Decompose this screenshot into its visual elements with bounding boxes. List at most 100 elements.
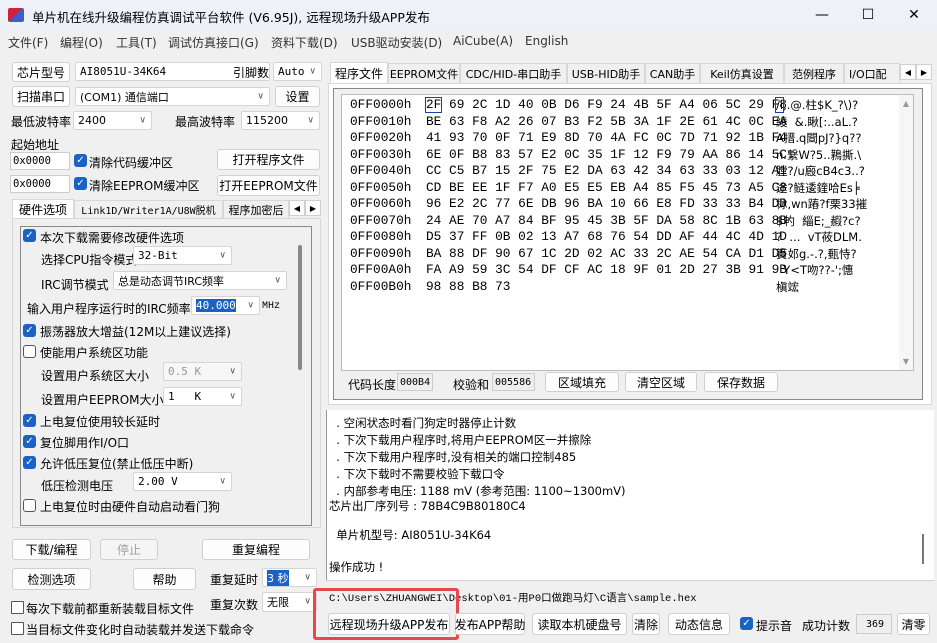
- log-scrollbar[interactable]: [922, 534, 924, 564]
- hex-bytes[interactable]: CC C5 B7 15 2F 75 E2 DA 63 42 34 63 33 0…: [426, 163, 787, 178]
- hex-ascii[interactable]: ? ... vT莜DLM.: [776, 229, 862, 245]
- hex-scrollbar[interactable]: ▲ ▼: [899, 95, 913, 370]
- watchdog-checkbox[interactable]: [23, 499, 36, 512]
- tab-keil-sim[interactable]: Keil仿真设置: [700, 63, 784, 83]
- tab-can[interactable]: CAN助手: [645, 63, 700, 83]
- hex-bytes[interactable]: FA A9 59 3C 54 DF CF AC 18 9F 01 2D 27 3…: [426, 262, 787, 277]
- hex-bytes[interactable]: CD BE EE 1F F7 A0 E5 E5 EB A4 85 F5 45 7…: [426, 180, 787, 195]
- modify-hardware-checkbox[interactable]: ✓: [23, 229, 36, 242]
- scroll-up-icon[interactable]: ▲: [899, 99, 913, 108]
- hex-ascii[interactable]: 槇竤: [776, 279, 799, 295]
- hex-ascii[interactable]: Y<T吻??-';憓: [776, 262, 853, 278]
- clear-area-button[interactable]: 清空区域: [625, 372, 697, 392]
- cpu-mode-select[interactable]: 32-Bit ∨: [133, 246, 232, 265]
- hex-ascii[interactable]: /i,.@.柱$K_?\)?: [776, 97, 858, 113]
- menu-usb-driver[interactable]: USB驱动安装(D): [351, 34, 442, 51]
- beep-checkbox[interactable]: ✓: [740, 617, 753, 630]
- user-system-area-checkbox[interactable]: [23, 345, 36, 358]
- system-area-size-select[interactable]: 0.5 K ∨: [163, 362, 242, 381]
- irc-frequency-input[interactable]: 40.000 ∨: [191, 296, 260, 315]
- tab-scroll-right-icon[interactable]: ▶: [916, 64, 932, 80]
- hex-ascii[interactable]: n.繋W?5..鶜撕.\: [776, 147, 861, 163]
- menu-tools[interactable]: 工具(T): [116, 34, 157, 51]
- tab-cdc-serial[interactable]: CDC/HID-串口助手: [460, 63, 567, 83]
- reset-count-button[interactable]: 清零: [897, 613, 930, 635]
- hex-bytes[interactable]: 96 E2 2C 77 6E DB 96 BA 10 66 E8 FD 33 3…: [426, 196, 787, 211]
- menu-file[interactable]: 文件(F): [8, 34, 48, 51]
- clear-log-button[interactable]: 清除: [632, 613, 660, 635]
- pins-select[interactable]: Auto ∨: [273, 62, 322, 81]
- menu-download[interactable]: 资料下载(D): [271, 34, 338, 51]
- options-scrollbar[interactable]: [298, 245, 302, 370]
- read-disk-id-button[interactable]: 读取本机硬盘号: [532, 613, 627, 635]
- check-options-button[interactable]: 检测选项: [12, 568, 91, 590]
- tab-encryption[interactable]: 程序加密后: [223, 200, 289, 218]
- long-delay-checkbox[interactable]: ✓: [23, 414, 36, 427]
- eeprom-size-select[interactable]: 1 K ∨: [163, 387, 242, 406]
- menu-debug[interactable]: 调试仿真接口(G): [168, 34, 259, 51]
- tab-scroll-right-icon[interactable]: ▶: [305, 200, 321, 216]
- hex-bytes[interactable]: 41 93 70 0F 71 E9 8D 70 4A FC 0C 7D 71 9…: [426, 130, 787, 145]
- tab-scroll-left-icon[interactable]: ◀: [289, 200, 305, 216]
- reload-each-checkbox[interactable]: [11, 601, 24, 614]
- open-program-file-button[interactable]: 打开程序文件: [217, 149, 320, 170]
- save-data-button[interactable]: 保存数据: [704, 372, 778, 392]
- hex-ascii[interactable]: 膛?/u廏cB4c3..?: [776, 163, 865, 179]
- log-output[interactable]: . 空闲状态时看门狗定时器停止计数 . 下次下载用户程序时,将用户EEPROM区…: [326, 410, 934, 580]
- max-baud-select[interactable]: 115200 ∨: [241, 111, 320, 130]
- hex-ascii[interactable]: 綾 &.瞅[:..aL.?: [776, 114, 858, 130]
- tab-examples[interactable]: 范例程序: [784, 63, 844, 83]
- port-select[interactable]: (COM1) 通信端口 ∨: [75, 87, 270, 106]
- hex-editor[interactable]: 0FF0000h 2F 69 2C 1D 40 0B D6 F9 24 4B 5F…: [341, 94, 914, 371]
- menu-english[interactable]: English: [525, 34, 568, 48]
- hex-ascii[interactable]: A搢.q閸pJ?}q??: [776, 130, 861, 146]
- tab-usb-hid[interactable]: USB-HID助手: [567, 63, 645, 83]
- menu-program[interactable]: 编程(O): [60, 34, 103, 51]
- menu-aicube[interactable]: AiCube(A): [453, 34, 513, 48]
- tab-program-file[interactable]: 程序文件: [330, 62, 388, 83]
- hex-bytes[interactable]: D5 37 FF 0B 02 13 A7 68 76 54 DD AF 44 4…: [426, 229, 787, 244]
- scan-port-button[interactable]: 扫描串口: [12, 86, 70, 107]
- repeat-delay-select[interactable]: 3 秒 ∨: [262, 568, 317, 587]
- hex-bytes[interactable]: 2F 69 2C 1D 40 0B D6 F9 24 4B 5F A4 06 5…: [426, 97, 787, 112]
- chip-model-button[interactable]: 芯片型号: [12, 62, 70, 82]
- minimize-button[interactable]: —: [799, 0, 845, 30]
- hex-bytes[interactable]: BA 88 DF 90 67 1C 2D 02 AC 33 2C AE 54 C…: [426, 246, 787, 261]
- hex-ascii[interactable]: 栤,wn蹖?f栗33摧: [776, 196, 867, 212]
- osc-gain-checkbox[interactable]: ✓: [23, 324, 36, 337]
- eeprom-start-address-input[interactable]: 0x0000: [10, 175, 70, 193]
- hex-ascii[interactable]: $畃 緇E;_赮?c?: [776, 213, 861, 229]
- tab-offline-programmer[interactable]: Link1D/Writer1A/U8W脱机: [74, 200, 223, 218]
- repeat-program-button[interactable]: 重复编程: [202, 539, 310, 560]
- tab-scroll-left-icon[interactable]: ◀: [900, 64, 916, 80]
- tab-eeprom-file[interactable]: EEPROM文件: [388, 63, 460, 83]
- repeat-count-select[interactable]: 无限 ∨: [262, 592, 317, 612]
- hex-bytes[interactable]: 24 AE 70 A7 84 BF 95 45 3B 5F DA 58 8C 1…: [426, 213, 787, 228]
- download-program-button[interactable]: 下载/编程: [12, 539, 91, 560]
- close-button[interactable]: ✕: [891, 0, 937, 30]
- fill-area-button[interactable]: 区域填充: [545, 372, 619, 392]
- hex-ascii[interactable]: 途?鲢逶鍷哈Es╞: [776, 180, 860, 196]
- publish-app-help-button[interactable]: 发布APP帮助: [455, 613, 525, 635]
- low-voltage-reset-checkbox[interactable]: ✓: [23, 456, 36, 469]
- hex-bytes[interactable]: 98 88 B8 73: [426, 279, 510, 294]
- min-baud-select[interactable]: 2400 ∨: [73, 111, 152, 130]
- dynamic-info-button[interactable]: 动态信息: [668, 613, 730, 635]
- auto-reload-checkbox[interactable]: [11, 622, 24, 635]
- remote-upgrade-publish-button[interactable]: 远程现场升级APP发布: [328, 613, 450, 635]
- reset-pin-io-checkbox[interactable]: ✓: [23, 435, 36, 448]
- open-eeprom-file-button[interactable]: 打开EEPROM文件: [217, 175, 320, 196]
- hex-bytes[interactable]: BE 63 F8 A2 26 07 B3 F2 5B 3A 1F 2E 61 4…: [426, 114, 787, 129]
- settings-button[interactable]: 设置: [275, 86, 320, 107]
- low-voltage-select[interactable]: 2.00 V ∨: [133, 472, 232, 491]
- clear-eeprom-buffer-checkbox[interactable]: ✓: [74, 177, 87, 190]
- irc-mode-select[interactable]: 总是动态调节IRC频率 ∨: [113, 271, 287, 290]
- code-start-address-input[interactable]: 0x0000: [10, 152, 70, 170]
- clear-code-buffer-checkbox[interactable]: ✓: [74, 154, 87, 167]
- tab-hardware-options[interactable]: 硬件选项: [12, 199, 74, 218]
- stop-button[interactable]: 停止: [100, 539, 158, 560]
- hex-bytes[interactable]: 6E 0F B8 83 57 E2 0C 35 1F 12 F9 79 AA 8…: [426, 147, 787, 162]
- hex-ascii[interactable]: 簣邚g.-.?,甀恃?: [776, 246, 857, 262]
- maximize-button[interactable]: ☐: [845, 0, 891, 30]
- help-button[interactable]: 帮助: [133, 568, 196, 590]
